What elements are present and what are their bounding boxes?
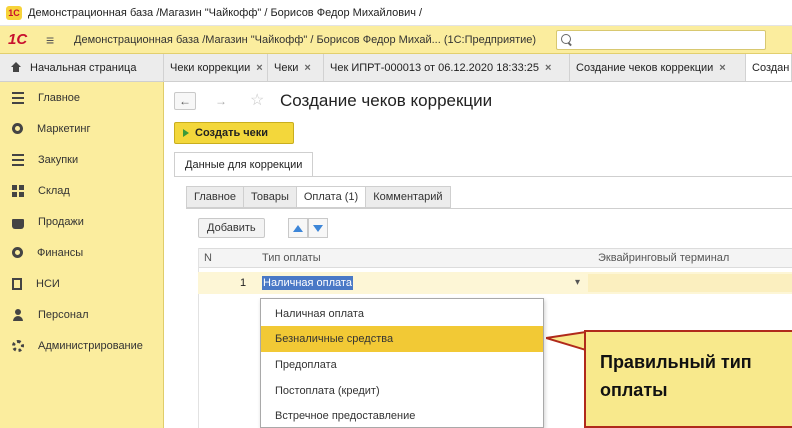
search-input[interactable] — [556, 29, 766, 50]
grid-icon — [12, 184, 24, 197]
sidebar-item-label: НСИ — [36, 277, 60, 290]
terminal-cell[interactable] — [588, 274, 792, 292]
tab-receipts[interactable]: Чеки × — [268, 54, 324, 81]
create-receipts-label: Создать чеки — [195, 127, 269, 139]
dropdown-option-postpayment[interactable]: Постоплата (кредит) — [261, 378, 543, 404]
callout-text: Правильный тип оплаты — [600, 348, 790, 404]
sidebar-item-label: Администрирование — [38, 339, 143, 352]
sidebar-item-personnel[interactable]: Персонал — [0, 299, 163, 330]
menu-lines-icon — [12, 91, 24, 104]
add-button[interactable]: Добавить — [198, 218, 265, 238]
forward-button[interactable]: → — [210, 92, 232, 110]
sidebar-item-administration[interactable]: Администрирование — [0, 330, 163, 361]
close-icon[interactable]: × — [719, 62, 725, 74]
tab-correction-receipts[interactable]: Чеки коррекции × — [164, 54, 268, 81]
sidebar-item-label: Главное — [38, 91, 81, 104]
sidebar-item-finance[interactable]: Финансы — [0, 237, 163, 268]
dropdown-option-cashless[interactable]: Безналичные средства — [261, 326, 543, 352]
column-header-payment-type[interactable]: Тип оплаты — [262, 252, 321, 264]
document-icon — [12, 277, 22, 290]
sections-sidebar: Главное Маркетинг Закупки Склад Продажи … — [0, 82, 164, 428]
gear-icon — [12, 339, 24, 352]
tab-payment[interactable]: Оплата (1) — [295, 186, 366, 208]
create-receipts-button[interactable]: Создать чеки — [174, 122, 294, 144]
window-title-bar: 1C Демонстрационная база /Магазин "Чайко… — [0, 0, 792, 26]
tab-divider — [174, 176, 792, 177]
sidebar-item-label: Персонал — [38, 308, 89, 321]
star-icon[interactable]: ☆ — [250, 90, 264, 110]
table-header: N Тип оплаты Эквайринговый терминал — [198, 248, 792, 268]
target-icon — [12, 123, 23, 134]
tab-label: Создание чеков коррекции — [576, 61, 714, 74]
sidebar-item-label: Склад — [38, 184, 70, 197]
row-number: 1 — [240, 277, 247, 289]
coin-icon — [12, 247, 23, 258]
open-tabs-bar: Начальная страница Чеки коррекции × Чеки… — [0, 54, 792, 82]
tab-main[interactable]: Главное — [186, 186, 244, 208]
payment-type-dropdown: Наличная оплата Безналичные средства Пре… — [260, 298, 544, 428]
tab-label: Чек ИПРТ-000013 от 06.12.2020 18:33:25 — [330, 61, 540, 74]
column-header-n[interactable]: N — [204, 252, 212, 264]
close-icon[interactable]: × — [304, 62, 310, 74]
table-row[interactable]: 1 Наличная оплата ▾ — [198, 272, 792, 294]
column-header-terminal[interactable]: Эквайринговый терминал — [598, 252, 729, 264]
tab-receipt-document[interactable]: Чек ИПРТ-000013 от 06.12.2020 18:33:25 × — [324, 54, 570, 81]
inner-tabs: Главное Товары Оплата (1) Комментарий — [186, 186, 451, 208]
dropdown-caret-icon[interactable]: ▾ — [575, 277, 580, 288]
sidebar-item-nsi[interactable]: НСИ — [0, 268, 163, 299]
dropdown-option-cash[interactable]: Наличная оплата — [261, 301, 543, 327]
sidebar-item-label: Продажи — [38, 215, 84, 228]
sidebar-item-warehouse[interactable]: Склад — [0, 175, 163, 206]
tab-create-active[interactable]: Создан — [746, 54, 792, 81]
tab-create-correction-receipts[interactable]: Создание чеков коррекции × — [570, 54, 746, 81]
tab-goods[interactable]: Товары — [243, 186, 296, 208]
home-icon — [10, 62, 22, 73]
tab-label: Чеки — [274, 61, 299, 74]
page-title: Создание чеков коррекции — [280, 91, 493, 110]
move-up-button[interactable] — [288, 218, 308, 238]
sidebar-item-label: Закупки — [38, 153, 79, 166]
callout-line-1: Правильный тип — [600, 352, 752, 372]
app-toolbar: 1С ≡ Демонстрационная база /Магазин "Чай… — [0, 26, 792, 54]
arrow-up-icon — [293, 224, 303, 232]
sidebar-item-sales[interactable]: Продажи — [0, 206, 163, 237]
sidebar-item-main[interactable]: Главное — [0, 82, 163, 113]
move-down-button[interactable] — [308, 218, 328, 238]
app-title: Демонстрационная база /Магазин "Чайкофф"… — [74, 33, 537, 46]
sidebar-item-label: Маркетинг — [37, 122, 91, 135]
play-icon — [183, 129, 189, 137]
inner-tab-divider — [186, 208, 792, 209]
callout-line-2: оплаты — [600, 380, 668, 400]
bag-icon — [12, 218, 24, 229]
sidebar-item-label: Финансы — [37, 246, 84, 259]
callout-box: Правильный тип оплаты — [584, 330, 792, 428]
sidebar-item-marketing[interactable]: Маркетинг — [0, 113, 163, 144]
tab-label: Начальная страница — [30, 61, 137, 74]
dropdown-option-prepayment[interactable]: Предоплата — [261, 352, 543, 378]
1c-logo: 1С — [8, 31, 28, 48]
tab-label: Чеки коррекции — [170, 61, 251, 74]
dropdown-option-counter-provision[interactable]: Встречное предоставление — [261, 403, 543, 428]
person-icon — [12, 308, 24, 321]
tab-correction-data[interactable]: Данные для коррекции — [174, 152, 314, 176]
tab-comment[interactable]: Комментарий — [365, 186, 451, 208]
payment-type-input[interactable]: Наличная оплата — [262, 276, 353, 290]
window-title: Демонстрационная база /Магазин "Чайкофф"… — [28, 6, 423, 19]
sidebar-item-purchases[interactable]: Закупки — [0, 144, 163, 175]
app-logo-icon: 1C — [6, 5, 22, 20]
tab-home[interactable]: Начальная страница — [0, 54, 164, 81]
close-icon[interactable]: × — [545, 62, 551, 74]
arrow-down-icon — [313, 224, 323, 232]
menu-hamburger-icon[interactable]: ≡ — [46, 33, 60, 47]
warehouse-icon — [12, 153, 24, 166]
back-button[interactable]: ← — [174, 92, 196, 110]
close-icon[interactable]: × — [256, 62, 262, 74]
search-icon — [561, 33, 573, 46]
callout-pointer — [546, 331, 586, 352]
tab-label: Создан — [752, 61, 790, 74]
